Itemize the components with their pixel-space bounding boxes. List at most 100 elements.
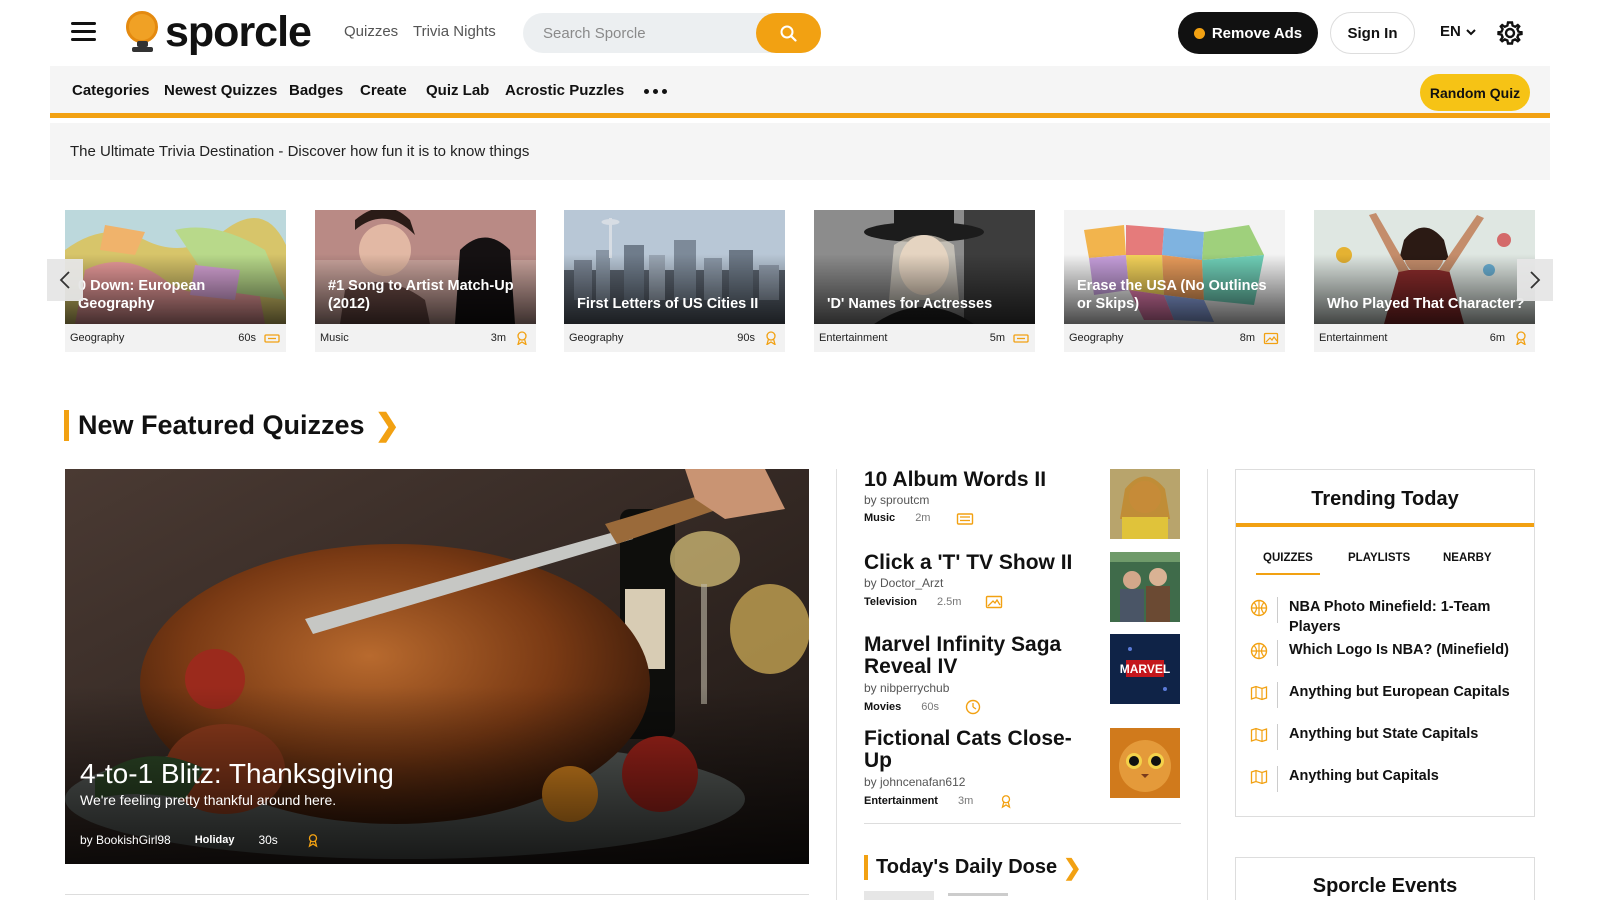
- events-title: Sporcle Events: [1312, 875, 1458, 897]
- carousel-card[interactable]: Who Played That Character? Entertainment…: [1314, 210, 1535, 352]
- tagline-text: The Ultimate Trivia Destination - Discov…: [70, 143, 530, 160]
- language-selector[interactable]: EN: [1440, 23, 1476, 40]
- featured-item-category: Movies: [864, 700, 902, 713]
- featured-item-title: Click a 'T' TV Show II: [864, 551, 1073, 574]
- card-time: 60s: [238, 332, 256, 344]
- trending-panel: Trending Today QUIZZES PLAYLISTS NEARBY …: [1235, 469, 1535, 817]
- map-icon: [1250, 769, 1268, 785]
- more-menu-icon[interactable]: [644, 89, 667, 94]
- hero-title: 4-to-1 Blitz: Thanksgiving: [80, 758, 394, 789]
- card-time: 5m: [989, 332, 1005, 344]
- random-quiz-button[interactable]: Random Quiz: [1420, 74, 1530, 111]
- carousel-card[interactable]: #1 Song to Artist Match-Up (2012) Music …: [315, 210, 536, 352]
- card-category: Geography: [70, 332, 125, 344]
- carousel-card[interactable]: 0 Down: European Geography Geography 60s: [65, 210, 286, 352]
- card-title: 0 Down: European Geography: [78, 277, 206, 312]
- hero-quiz-card[interactable]: 4-to-1 Blitz: Thanksgiving We're feeling…: [65, 469, 809, 864]
- tab-playlists[interactable]: PLAYLISTS: [1348, 552, 1410, 573]
- hero-author[interactable]: by BookishGirl98: [80, 833, 171, 847]
- search-bar: [523, 13, 821, 53]
- trending-item[interactable]: NBA Photo Minefield: 1-Team Players: [1250, 597, 1520, 638]
- hero-divider: [65, 894, 809, 895]
- keyboard-icon: [264, 334, 280, 343]
- featured-item-time: 2.5m: [936, 595, 962, 608]
- menu-icon[interactable]: [71, 22, 96, 42]
- featured-item-title: 10 Album Words II: [864, 468, 1047, 491]
- featured-list-item[interactable]: 10 Album Words II by sproutcm Music 2m: [864, 468, 1180, 539]
- nav-trivia-nights[interactable]: Trivia Nights: [413, 23, 496, 40]
- card-thumbnail: #1 Song to Artist Match-Up (2012): [315, 210, 536, 324]
- featured-item-thumbnail: [1110, 552, 1180, 622]
- nav-create[interactable]: Create: [360, 82, 407, 99]
- card-title: Who Played That Character?: [1327, 295, 1525, 312]
- section-title-featured[interactable]: New Featured Quizzes ❯: [64, 410, 400, 441]
- picture-icon: [986, 596, 1003, 609]
- carousel-card[interactable]: Erase the USA (No Outlines or Skips) Geo…: [1064, 210, 1285, 352]
- card-title: Erase the USA (No Outlines or Skips): [1077, 277, 1267, 312]
- featured-item-time: 60s: [921, 700, 940, 713]
- carousel-card[interactable]: 'D' Names for Actresses Entertainment 5m: [814, 210, 1035, 352]
- carousel-prev-button[interactable]: [47, 259, 83, 301]
- nav-acrostic-puzzles[interactable]: Acrostic Puzzles: [505, 82, 624, 99]
- nav-quizzes[interactable]: Quizzes: [344, 23, 398, 40]
- card-time: 90s: [737, 332, 755, 344]
- search-input[interactable]: [543, 13, 753, 53]
- trending-item-title: Anything but Capitals: [1289, 768, 1439, 784]
- chevron-right-icon: ❯: [374, 409, 400, 442]
- sign-in-button[interactable]: Sign In: [1330, 12, 1415, 54]
- nav-quiz-lab[interactable]: Quiz Lab: [426, 82, 489, 99]
- card-category: Geography: [1069, 332, 1124, 344]
- trending-item-title: Which Logo Is NBA? (Minefield): [1289, 642, 1509, 658]
- featured-item-thumbnail: [1110, 728, 1180, 798]
- badge-icon: [1516, 331, 1526, 345]
- badge-icon: [308, 834, 318, 848]
- section-title-daily-dose[interactable]: Today's Daily Dose ❯: [864, 855, 1082, 880]
- hero-time: 30s: [258, 833, 278, 847]
- tab-nearby[interactable]: NEARBY: [1443, 552, 1492, 573]
- remove-ads-label: Remove Ads: [1211, 24, 1303, 42]
- trending-item[interactable]: Which Logo Is NBA? (Minefield): [1250, 640, 1520, 666]
- trending-tabs: QUIZZES PLAYLISTS NEARBY: [1256, 552, 1518, 578]
- featured-list-item[interactable]: Click a 'T' TV Show II by Doctor_Arzt Te…: [864, 551, 1180, 622]
- remove-ads-button[interactable]: Remove Ads: [1178, 12, 1318, 54]
- trending-item[interactable]: Anything but Capitals: [1250, 766, 1520, 792]
- column-divider: [1207, 469, 1208, 900]
- card-thumbnail: 'D' Names for Actresses: [814, 210, 1035, 324]
- card-title: 'D' Names for Actresses: [827, 295, 993, 312]
- column-divider: [836, 469, 837, 900]
- tab-quizzes[interactable]: QUIZZES: [1256, 552, 1320, 575]
- card-thumbnail: Who Played That Character?: [1314, 210, 1535, 324]
- trending-item-title: NBA Photo Minefield: 1-Team Players: [1289, 599, 1491, 636]
- carousel-next-button[interactable]: [1517, 259, 1553, 301]
- search-button[interactable]: [756, 13, 821, 53]
- daily-dose-title: Today's Daily Dose: [876, 856, 1058, 878]
- picture-icon: [1263, 332, 1279, 345]
- keyboard-icon: [957, 513, 974, 525]
- nav-badges[interactable]: Badges: [289, 82, 343, 99]
- trending-item[interactable]: Anything but State Capitals: [1250, 724, 1520, 750]
- featured-item-time: 2m: [915, 512, 931, 525]
- card-thumbnail: First Letters of US Cities II: [564, 210, 785, 324]
- sporcle-logo[interactable]: sporcle: [126, 7, 312, 56]
- badge-icon: [766, 331, 776, 345]
- featured-list-item[interactable]: Marvel Infinity Saga Reveal IV by nibper…: [864, 633, 1180, 715]
- card-time: 8m: [1239, 332, 1255, 344]
- card-category: Geography: [569, 332, 624, 344]
- map-icon: [1250, 727, 1268, 743]
- featured-list-item[interactable]: Fictional Cats Close-Up by johncenafan61…: [864, 727, 1180, 809]
- nav-categories[interactable]: Categories: [72, 82, 150, 99]
- clock-icon: [965, 699, 981, 714]
- trending-item[interactable]: Anything but European Capitals: [1250, 682, 1520, 708]
- card-time: 6m: [1489, 332, 1505, 344]
- tagline-bar: The Ultimate Trivia Destination - Discov…: [50, 123, 1550, 180]
- gear-icon[interactable]: [1497, 20, 1523, 46]
- carousel-card[interactable]: First Letters of US Cities II Geography …: [564, 210, 785, 352]
- sporcle-events-panel: Sporcle Events: [1235, 857, 1535, 900]
- trending-title: Trending Today: [1236, 470, 1534, 527]
- featured-item-title: Marvel Infinity Saga Reveal IV: [864, 633, 1062, 679]
- card-category: Music: [320, 332, 349, 344]
- nav-newest-quizzes[interactable]: Newest Quizzes: [164, 82, 277, 99]
- chevron-down-icon: [1466, 29, 1476, 36]
- chevron-right-icon: [1530, 271, 1541, 289]
- logo-text: sporcle: [165, 7, 312, 56]
